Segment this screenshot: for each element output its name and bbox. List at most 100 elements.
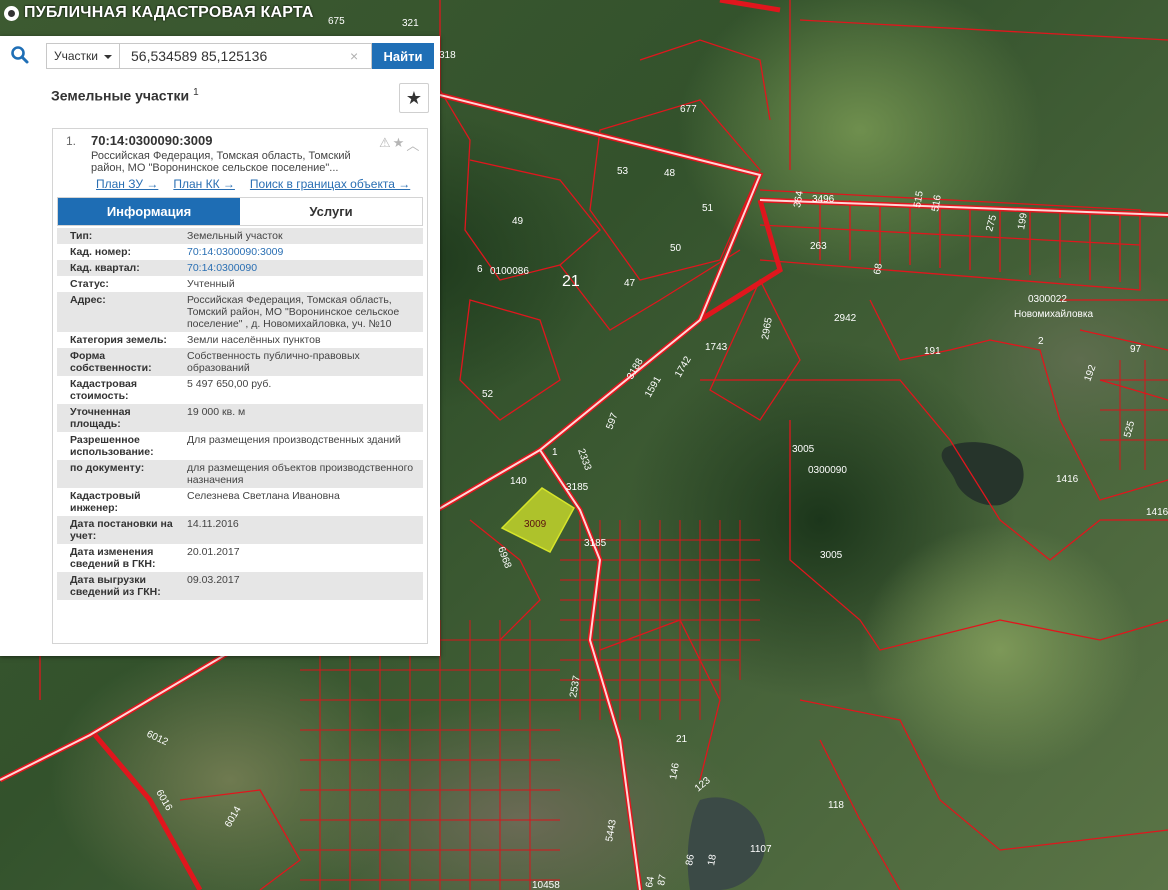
lake [941,442,1024,506]
collapse-icon[interactable]: ︿ [406,135,419,154]
map-label: 1742 [673,354,694,379]
map-label: 2537 [568,674,583,698]
info-key: Кад. квартал: [70,262,140,274]
map-label: 5443 [604,818,619,842]
map-label: 516 [930,194,944,213]
quarter-label: 0300090 [808,465,847,476]
map-label: 597 [604,411,620,431]
object-type-label: Участки [54,49,98,63]
card-links: План ЗУ → План КК → Поиск в границах объ… [96,177,410,191]
map-label: 118 [828,800,844,811]
clear-icon[interactable]: × [350,48,358,64]
map-label: 47 [624,278,636,289]
results-count: 1 [193,87,199,98]
info-value: Российская Федерация, Томская область, Т… [187,294,400,330]
info-key: Статус: [70,278,109,290]
parcel-result-card: 1. 70:14:0300090:3009 Российская Федерац… [52,128,428,644]
map-label: 140 [510,476,527,487]
object-type-select[interactable]: Участки [46,43,120,69]
info-value[interactable]: 70:14:0300090:3009 [177,246,423,258]
info-row: Статус: Учтенный [57,276,423,292]
map-label: 263 [810,241,827,252]
parcel-plan-link[interactable]: План ЗУ → [96,177,158,191]
map-label: 49 [512,216,524,227]
search-input[interactable] [120,43,372,69]
map-label: 275 [984,213,999,232]
info-key: Категория земель: [70,334,167,346]
map-label: 6 [477,264,483,275]
info-row: Уточненная площадь: 19 000 кв. м [57,404,423,432]
info-value[interactable]: 70:14:0300090 [177,262,423,274]
search-in-bounds-link[interactable]: Поиск в границах объекта → [250,177,410,191]
info-key: Кадастровый инженер: [70,490,141,514]
star-icon: ★ [405,88,423,108]
parcel-label: 3009 [524,519,547,530]
map-label: 3005 [820,550,843,561]
info-value: Учтенный [187,278,235,290]
info-key: Дата постановки на учет: [70,518,173,542]
info-row: Кад. квартал: 70:14:0300090 [57,260,423,276]
map-label: 677 [680,104,697,115]
card-tabs: Информация Услуги [57,197,423,226]
map-label: 1107 [750,844,772,855]
info-value: Для размещения производственных зданий [187,434,401,446]
map-label: 318 [439,50,456,61]
map-label: 68 [872,262,885,275]
info-key: Форма собственности: [70,350,152,374]
map-label: 21 [676,734,688,745]
result-index: 1. [66,134,77,148]
search-bar: Участки × Найти [0,36,440,76]
info-row: Адрес: Российская Федерация, Томская обла… [57,292,423,332]
map-label: 525 [1122,419,1137,438]
info-row: Разрешенное использование: Для размещения… [57,432,423,460]
map-label: 2333 [575,447,593,472]
info-value: Земли населённых пунктов [187,334,321,346]
map-label: 123 [693,775,713,794]
map-label: 52 [482,389,494,400]
info-value: Собственность публично-правовых образова… [187,350,360,374]
map-label: 2942 [834,313,857,324]
quarter-label: 0300022 [1028,294,1067,305]
quarter-label: 0100086 [490,266,529,277]
favorites-button[interactable]: ★ [399,83,429,113]
map-label: 64 [644,875,657,888]
cadastral-number[interactable]: 70:14:0300090:3009 [91,133,212,148]
map-label: 1416 [1056,474,1079,485]
info-row: Категория земель: Земли населённых пункто… [57,332,423,348]
map-label: 21 [562,273,580,290]
info-row: Дата выгрузки сведений из ГКН: 09.03.2017 [57,572,423,600]
map-label: 2 [1038,336,1044,347]
warning-icon[interactable]: ⚠ [379,135,391,154]
info-key: Дата изменения сведений в ГКН: [70,546,156,570]
info-value: 09.03.2017 [187,574,240,586]
info-row: Кад. номер: 70:14:0300090:3009 [57,244,423,260]
find-button[interactable]: Найти [372,43,434,69]
search-panel: Участки × Найти Земельные участки1 ★ 1. … [0,36,440,656]
map-label: 87 [656,873,669,886]
map-label: 199 [1016,212,1030,231]
map-label: 6968 [495,545,513,570]
map-label: 1743 [705,342,728,353]
cadastre-logo-icon [4,5,19,21]
map-label: 6014 [223,804,244,829]
card-tools: ⚠ ★ ︿ [379,135,419,154]
info-table: Тип: Земельный участок Кад. номер: 70:14:03… [57,228,423,600]
info-value: Селезнева Светлана Ивановна [187,490,340,502]
tab-information[interactable]: Информация [58,198,240,225]
results-title: Земельные участки 1 [51,87,199,104]
search-icon[interactable] [10,45,30,65]
info-key: по документу: [70,462,145,474]
quarter-plan-link[interactable]: План КК → [173,177,235,191]
tab-services[interactable]: Услуги [240,198,422,225]
map-label: 3185 [584,538,607,549]
map-label: 3496 [812,194,835,205]
map-label: 321 [402,18,419,29]
star-icon[interactable]: ★ [393,135,405,154]
map-label: 146 [668,762,682,781]
map-label: 97 [1130,344,1142,355]
info-row: Форма собственности: Собственность публич… [57,348,423,376]
info-row: Тип: Земельный участок [57,228,423,244]
info-row: Кадастровая стоимость: 5 497 650,00 руб. [57,376,423,404]
info-value: 19 000 кв. м [187,406,246,418]
map-label: 10458 [532,880,560,890]
